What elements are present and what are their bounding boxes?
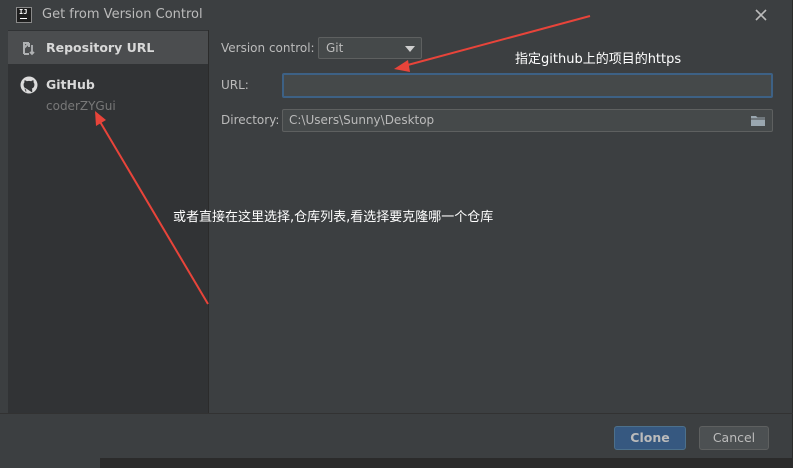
clone-button[interactable]: Clone (614, 426, 686, 450)
directory-label: Directory: (221, 113, 280, 127)
title-bar: IJ Get from Version Control (0, 0, 793, 30)
dialog-window: IJ Get from Version Control Repository U… (0, 0, 793, 458)
logo-text: IJ (19, 8, 28, 16)
sidebar-item-label: GitHub (46, 77, 95, 92)
version-control-value: Git (326, 41, 344, 55)
window-title: Get from Version Control (42, 7, 203, 22)
background-window-edge (0, 458, 100, 468)
directory-value: C:\Users\Sunny\Desktop (289, 113, 435, 127)
github-account-name: coderZYGui (46, 99, 116, 113)
directory-field[interactable]: C:\Users\Sunny\Desktop (282, 109, 773, 132)
sidebar-item-github[interactable]: GitHub coderZYGui (8, 68, 208, 118)
intellij-logo-icon: IJ (16, 7, 32, 23)
sidebar-item-label: Repository URL (46, 40, 155, 55)
version-control-select[interactable]: Git (318, 37, 422, 59)
url-label: URL: (221, 78, 249, 92)
vcs-icon (23, 42, 35, 56)
cancel-button[interactable]: Cancel (699, 426, 769, 450)
chevron-down-icon (405, 46, 415, 52)
version-control-label: Version control: (221, 41, 315, 55)
dialog-footer: Clone Cancel (0, 413, 793, 458)
annotation-github-hint: 或者直接在这里选择,仓库列表,看选择要克隆哪一个仓库 (173, 210, 494, 225)
folder-icon[interactable] (750, 114, 766, 127)
annotation-url-hint: 指定github上的项目的https (515, 52, 682, 67)
github-icon (20, 76, 38, 94)
close-icon[interactable] (752, 6, 770, 24)
url-input[interactable] (282, 73, 773, 98)
sidebar-item-repository-url[interactable]: Repository URL (8, 31, 208, 64)
